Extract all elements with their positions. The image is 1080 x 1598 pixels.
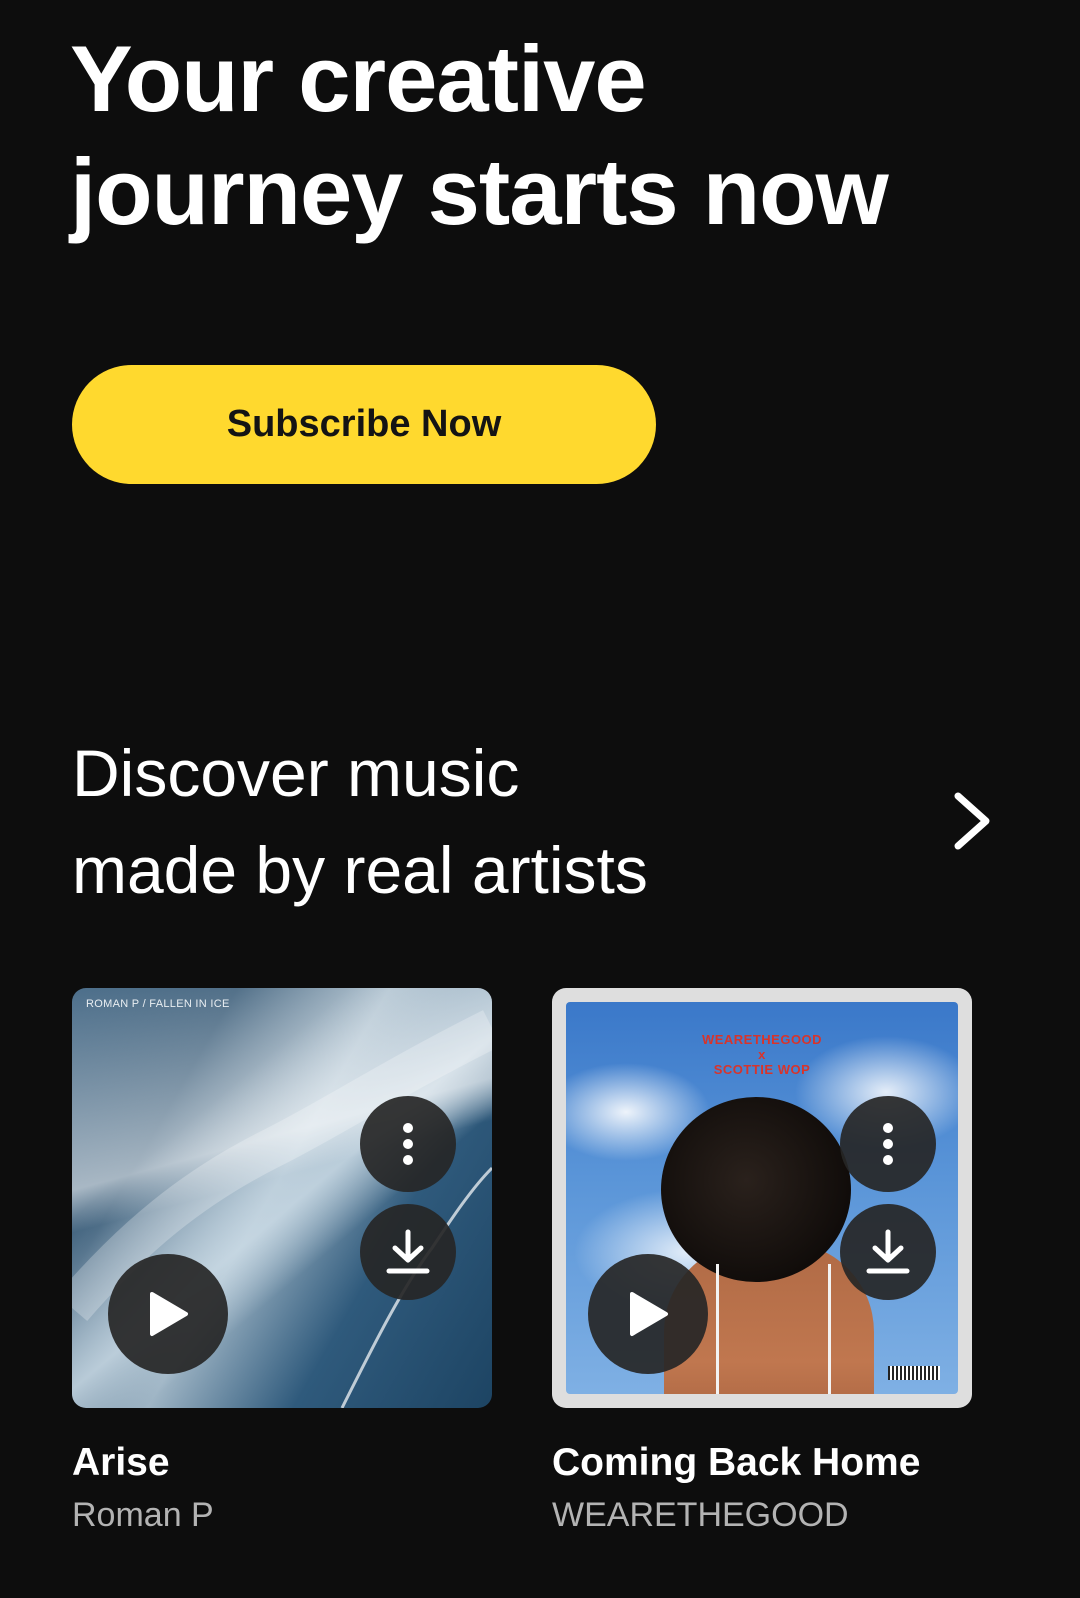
album-cover[interactable]: WEARETHEGOOD x SCOTTIE WOP <box>552 988 972 1408</box>
cover-text: WEARETHEGOOD <box>701 1032 823 1047</box>
cover-text: SCOTTIE WOP <box>713 1062 811 1077</box>
track-card[interactable]: ROMAN P / FALLEN IN ICE Arise Roman P <box>72 988 492 1534</box>
download-icon <box>866 1229 910 1274</box>
discover-title-line-2: made by real artists <box>72 833 648 907</box>
track-artist[interactable]: Roman P <box>72 1496 214 1535</box>
play-icon <box>630 1292 668 1336</box>
more-vertical-icon <box>883 1123 893 1165</box>
track-title[interactable]: Arise <box>72 1441 170 1485</box>
track-title[interactable]: Coming Back Home <box>552 1441 920 1485</box>
more-vertical-icon <box>403 1123 413 1165</box>
figure-hair <box>661 1097 851 1282</box>
chevron-right-icon[interactable] <box>950 790 1002 852</box>
download-button[interactable] <box>840 1204 936 1300</box>
figure-strap <box>828 1264 831 1394</box>
play-icon <box>150 1292 188 1336</box>
discover-section-title: Discover music made by real artists <box>72 725 648 919</box>
barcode <box>888 1366 940 1380</box>
hero-title-line-2: journey starts now <box>70 139 889 244</box>
play-button[interactable] <box>588 1254 708 1374</box>
cover-text: x <box>758 1047 766 1062</box>
more-options-button[interactable] <box>840 1096 936 1192</box>
download-button[interactable] <box>360 1204 456 1300</box>
figure-strap <box>716 1264 719 1394</box>
play-button[interactable] <box>108 1254 228 1374</box>
discover-title-line-1: Discover music <box>72 736 520 810</box>
album-cover[interactable]: ROMAN P / FALLEN IN ICE <box>72 988 492 1408</box>
download-icon <box>386 1229 430 1274</box>
track-card[interactable]: WEARETHEGOOD x SCOTTIE WOP Coming Back H… <box>552 988 972 1534</box>
subscribe-now-button[interactable]: Subscribe Now <box>72 365 656 484</box>
hero-title-line-1: Your creative <box>70 26 647 131</box>
hero-title: Your creative journey starts now <box>70 22 1030 248</box>
track-artist[interactable]: WEARETHEGOOD <box>552 1496 849 1535</box>
more-options-button[interactable] <box>360 1096 456 1192</box>
